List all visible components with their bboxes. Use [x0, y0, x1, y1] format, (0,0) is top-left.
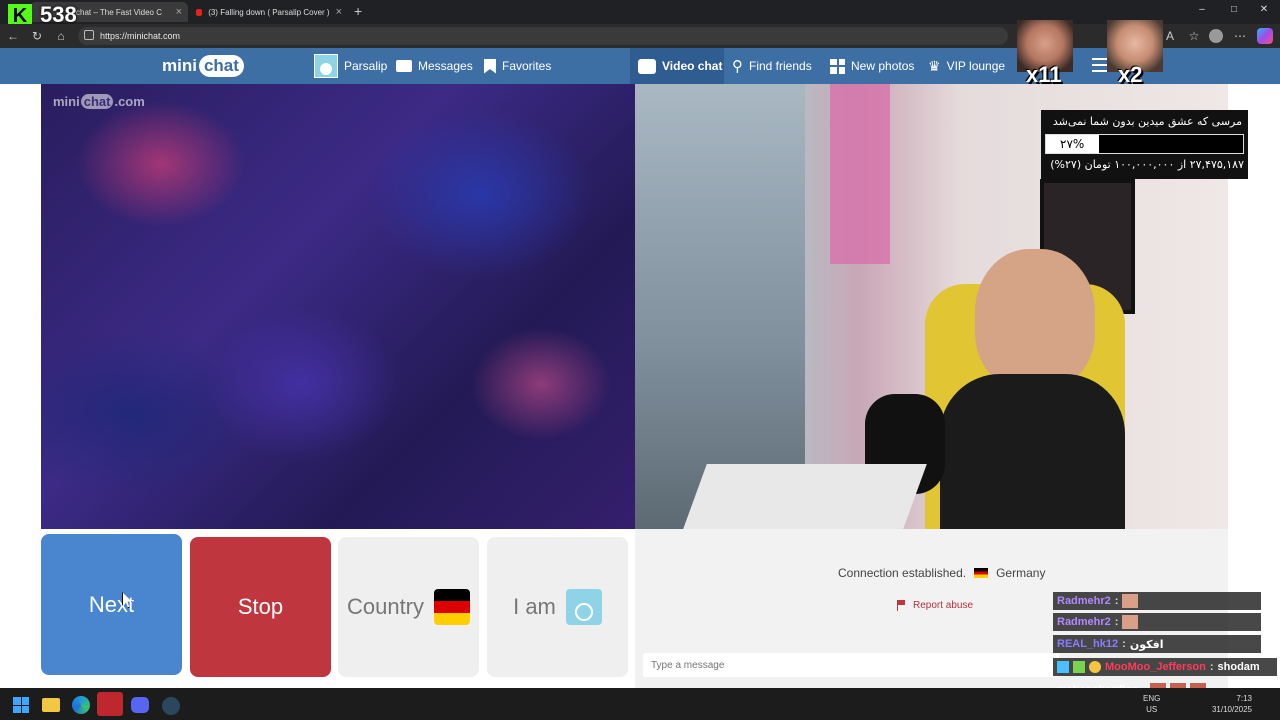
- bookmark-icon: [484, 58, 496, 74]
- nav-parsalip[interactable]: Parsalip: [310, 48, 391, 84]
- nav-favorites[interactable]: Favorites: [484, 48, 551, 84]
- badge-icon: [1089, 661, 1101, 673]
- minichat-logo[interactable]: mini chat: [162, 52, 244, 80]
- streamer-shirt: [940, 374, 1125, 529]
- badge-icon: [1057, 661, 1069, 673]
- donation-percent: ۲۷%: [1060, 137, 1085, 151]
- app-icon[interactable]: [97, 692, 123, 716]
- chat-message: MooMoo_Jefferson : shodam: [1053, 658, 1277, 676]
- tab-youtube[interactable]: (3) Falling down ( Parsalip Cover ) ×: [190, 2, 348, 22]
- search-icon: ⚲: [732, 58, 743, 75]
- emote-icon: [1122, 615, 1139, 629]
- edge-browser-icon[interactable]: [72, 696, 90, 714]
- tab-label: (3) Falling down ( Parsalip Cover ): [208, 7, 330, 17]
- message-input[interactable]: [643, 653, 1059, 677]
- maximize-button[interactable]: □: [1228, 4, 1240, 15]
- envelope-icon: [396, 60, 412, 72]
- photos-icon: [830, 58, 845, 74]
- country-button[interactable]: Country: [338, 537, 479, 677]
- file-explorer-icon[interactable]: [42, 698, 60, 712]
- video-chat-icon: [638, 58, 656, 74]
- emote-icon: [1122, 594, 1139, 608]
- crown-icon: ♛: [928, 57, 941, 74]
- badge-icon: [1073, 661, 1085, 673]
- i-am-button[interactable]: I am: [487, 537, 628, 677]
- chat-message: Radmehr2 :: [1053, 613, 1261, 631]
- close-tab-icon[interactable]: ×: [336, 6, 342, 18]
- report-abuse-link[interactable]: Report abuse: [897, 600, 973, 611]
- donation-progress-track: ۲۷%: [1045, 134, 1244, 154]
- site-info-icon[interactable]: [84, 30, 94, 40]
- chat-username: Radmehr2: [1057, 616, 1111, 628]
- partner-video: [41, 84, 635, 529]
- chat-username: Radmehr2: [1057, 595, 1111, 607]
- donation-amount: ۲۷,۴۷۵,۱۸۷ از ۱۰۰,۰۰۰,۰۰۰ تومان (۲۷%): [1050, 158, 1244, 171]
- connection-status: Connection established. Germany: [838, 566, 1046, 580]
- stop-button[interactable]: Stop: [190, 537, 331, 677]
- user-avatar-icon: [565, 589, 602, 625]
- hamburger-menu-icon[interactable]: [1092, 58, 1108, 72]
- url-field[interactable]: https://minichat.com: [78, 27, 1008, 45]
- nav-vip-lounge[interactable]: ♛ VIP lounge: [928, 48, 1005, 84]
- copilot-icon[interactable]: [1257, 28, 1273, 44]
- favorites-icon[interactable]: ☆: [1186, 28, 1202, 44]
- nav-find-friends[interactable]: ⚲ Find friends: [732, 48, 812, 84]
- chat-message: Radmehr2 :: [1053, 592, 1261, 610]
- language-indicator[interactable]: ENG US: [1143, 693, 1160, 715]
- minichat-watermark: mini chat .com: [53, 94, 145, 109]
- clock[interactable]: 7:13 31/10/2025: [1208, 693, 1252, 715]
- streamer-face: [975, 249, 1095, 389]
- donation-title: مرسی که عشق میدین بدون شما نمی‌شد: [1052, 115, 1242, 128]
- nav-messages[interactable]: Messages: [396, 48, 473, 84]
- chat-username: MooMoo_Jefferson: [1105, 661, 1206, 673]
- youtube-icon: [196, 8, 203, 16]
- close-tab-icon[interactable]: ×: [176, 6, 182, 18]
- tab-label: chat – The Fast Video C: [76, 7, 162, 17]
- flag-icon: [897, 600, 906, 611]
- windows-taskbar: [0, 688, 1280, 720]
- window-view: [635, 84, 805, 529]
- germany-flag-icon: [974, 568, 989, 578]
- chat-text: افکون: [1129, 638, 1164, 651]
- windows-start-icon[interactable]: [13, 697, 29, 713]
- steam-icon[interactable]: [162, 697, 180, 715]
- more-icon[interactable]: ⋯: [1232, 28, 1248, 44]
- midi-keyboard: [683, 464, 927, 529]
- new-tab-button[interactable]: +: [354, 3, 362, 19]
- minimize-button[interactable]: –: [1196, 4, 1208, 15]
- read-aloud-icon[interactable]: A: [1162, 28, 1178, 44]
- nav-new-photos[interactable]: New photos: [830, 48, 914, 84]
- home-icon[interactable]: ⌂: [53, 28, 69, 44]
- close-window-button[interactable]: ✕: [1258, 4, 1270, 15]
- chat-username: REAL_hk12: [1057, 638, 1119, 650]
- pink-light: [830, 84, 890, 264]
- chat-text: shodam: [1217, 661, 1260, 673]
- chat-message: REAL_hk12 : افکون: [1053, 635, 1261, 653]
- germany-flag-icon: [434, 589, 471, 625]
- nav-video-chat[interactable]: Video chat: [630, 48, 724, 84]
- next-button[interactable]: Next: [41, 534, 182, 675]
- donation-goal-widget: مرسی که عشق میدین بدون شما نمی‌شد ۲۷% ۲۷…: [1041, 110, 1248, 179]
- user-avatar-icon: [314, 54, 338, 78]
- profile-icon[interactable]: [1209, 29, 1223, 43]
- discord-icon[interactable]: [131, 697, 149, 713]
- reload-icon[interactable]: ↻: [29, 28, 45, 44]
- back-icon[interactable]: ←: [5, 28, 21, 44]
